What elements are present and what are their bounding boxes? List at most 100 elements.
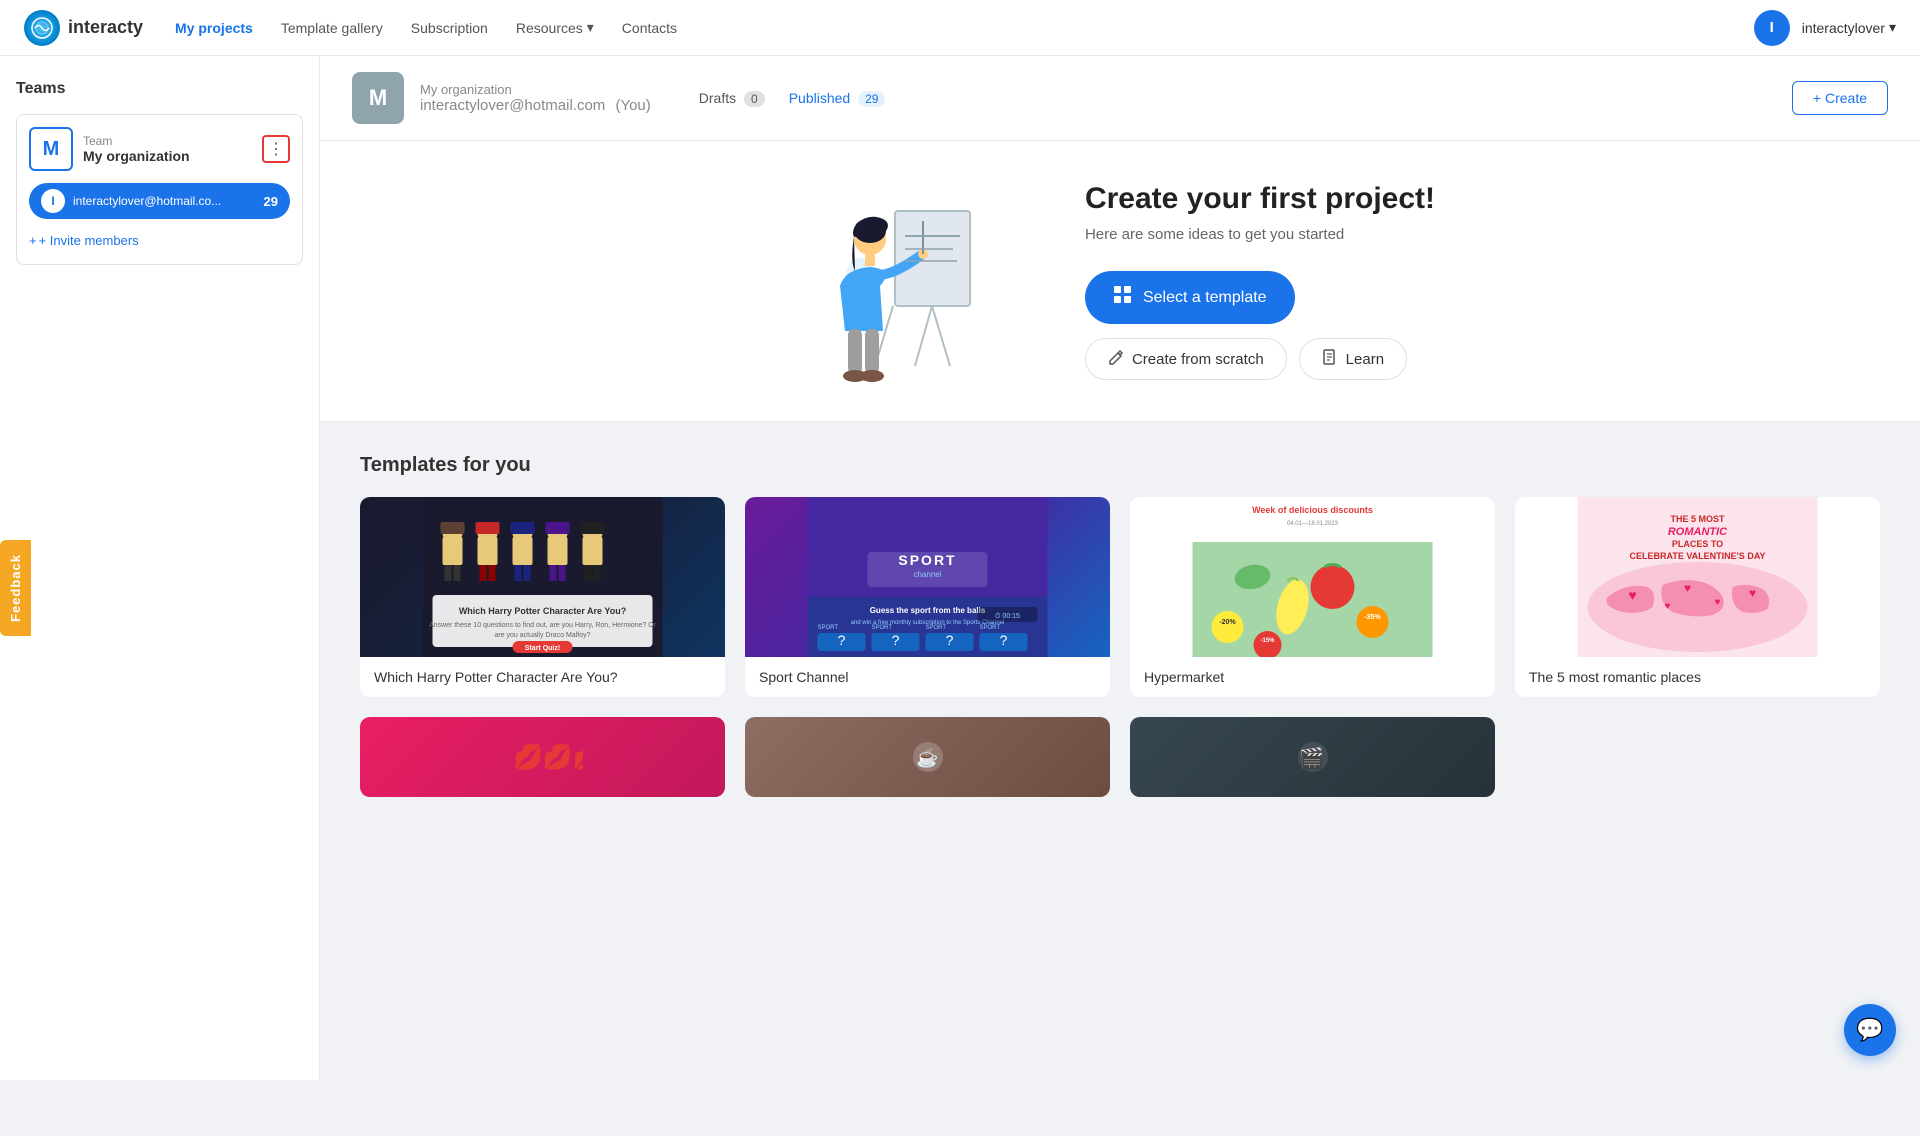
org-name: My organization [420,82,651,97]
svg-text:Which Harry Potter Character A: Which Harry Potter Character Are You? [459,606,626,616]
svg-text:SPORT: SPORT [872,625,893,631]
templates-section-title: Templates for you [360,454,1880,477]
svg-text:Week of delicious discounts: Week of delicious discounts [1252,505,1373,515]
published-count: 29 [858,91,885,107]
template-thumbnail-romantic: THE 5 MOST ROMANTIC PLACES TO CELEBRATE … [1515,497,1880,657]
template-thumbnail-sport: SPORT channel Guess the sport from the b… [745,497,1110,657]
header-right: I interactylover ▾ [1754,10,1896,46]
logo-text: interacty [68,17,143,38]
main-nav: My projects Template gallery Subscriptio… [175,19,1754,36]
nav-my-projects[interactable]: My projects [175,20,253,36]
team-avatar: M [29,127,73,171]
plus-icon: + [29,233,37,248]
svg-text:♥: ♥ [1684,581,1691,595]
template-name-sport: Sport Channel [745,657,1110,697]
create-from-scratch-button[interactable]: Create from scratch [1085,338,1287,380]
svg-text:SPORT: SPORT [818,625,839,631]
svg-text:♥: ♥ [1665,601,1671,612]
org-avatar: M [352,72,404,124]
main-content: Create your first project! Here are some… [320,141,1920,1080]
user-menu[interactable]: interactylover ▾ [1802,19,1896,36]
user-avatar: I [1754,10,1790,46]
logo-icon [24,10,60,46]
org-tabs: Drafts 0 Published 29 [699,90,886,107]
create-button[interactable]: + Create [1792,81,1888,115]
svg-text:♥: ♥ [1749,586,1756,600]
svg-text:Start Quiz!: Start Quiz! [525,645,560,652]
template-card-romantic[interactable]: THE 5 MOST ROMANTIC PLACES TO CELEBRATE … [1515,497,1880,697]
member-row[interactable]: I interactylover@hotmail.co... 29 [29,183,290,219]
team-menu-button[interactable]: ⋮ [262,135,290,163]
hero-illustration [805,181,1005,381]
nav-resources[interactable]: Resources ▾ [516,19,594,36]
svg-text:🎬: 🎬 [1299,746,1324,770]
svg-text:-20%: -20% [1219,619,1236,626]
tab-drafts[interactable]: Drafts 0 [699,90,765,107]
svg-text:?: ? [946,632,954,648]
pencil-icon [1108,349,1124,369]
nav-contacts[interactable]: Contacts [622,20,677,36]
template-card-sport[interactable]: SPORT channel Guess the sport from the b… [745,497,1110,697]
hero-section: Create your first project! Here are some… [320,141,1920,422]
template-name-hypermarket: Hypermarket [1130,657,1495,697]
svg-text:SPORT: SPORT [926,625,947,631]
template-card-hypermarket[interactable]: Week of delicious discounts 04.01—18.01.… [1130,497,1495,697]
template-card-row2-4 [1515,717,1880,797]
svg-text:☕: ☕ [916,747,938,768]
logo-area[interactable]: interacty [24,10,143,46]
chat-icon: 💬 [1856,1017,1883,1043]
member-email: interactylover@hotmail.co... [73,194,256,208]
template-name-harry-potter: Which Harry Potter Character Are You? [360,657,725,697]
org-info: My organization interactylover@hotmail.c… [420,82,651,114]
nav-subscription[interactable]: Subscription [411,20,488,36]
template-name-romantic: The 5 most romantic places [1515,657,1880,697]
team-label: Team [83,134,190,148]
hero-title: Create your first project! [1085,182,1435,216]
svg-text:ROMANTIC: ROMANTIC [1668,526,1728,538]
svg-text:?: ? [1000,632,1008,648]
content-area: M My organization interactylover@hotmail… [320,56,1920,1080]
drafts-count: 0 [744,91,765,107]
svg-text:⏱ 00:15: ⏱ 00:15 [995,612,1020,620]
main-layout: Teams M Team My organization ⋮ I interac… [0,56,1920,1080]
template-thumbnail-harry-potter: Which Harry Potter Character Are You? An… [360,497,725,657]
feedback-button[interactable]: Feedback [0,540,31,636]
team-header: M Team My organization ⋮ [29,127,290,171]
learn-button[interactable]: Learn [1299,338,1407,380]
hero-subtitle: Here are some ideas to get you started [1085,226,1435,243]
svg-text:♥: ♥ [1715,597,1721,608]
tab-published[interactable]: Published 29 [789,90,886,107]
templates-section: Templates for you [320,422,1920,829]
templates-grid: Which Harry Potter Character Are You? An… [360,497,1880,697]
team-info: Team My organization [83,134,190,164]
invite-members-button[interactable]: + + Invite members [29,229,290,252]
nav-template-gallery[interactable]: Template gallery [281,20,383,36]
select-template-button[interactable]: Select a template [1085,271,1295,324]
org-header: M My organization interactylover@hotmail… [320,56,1920,141]
svg-text:PLACES TO: PLACES TO [1672,539,1723,549]
hero-text: Create your first project! Here are some… [1085,182,1435,380]
header: interacty My projects Template gallery S… [0,0,1920,56]
svg-text:?: ? [892,632,900,648]
template-card-harry-potter[interactable]: Which Harry Potter Character Are You? An… [360,497,725,697]
svg-text:?: ? [838,632,846,648]
svg-text:channel: channel [913,570,941,579]
feedback-wrapper: Feedback [0,540,31,636]
team-card: M Team My organization ⋮ I interactylove… [16,114,303,265]
template-card-row2-2[interactable]: ☕ [745,717,1110,797]
template-card-row2-3[interactable]: 🎬 [1130,717,1495,797]
svg-text:04.01—18.01.2023: 04.01—18.01.2023 [1287,521,1339,527]
teams-title: Teams [16,80,303,98]
chat-bubble-button[interactable]: 💬 [1844,1004,1896,1056]
svg-text:THE 5 MOST: THE 5 MOST [1670,514,1725,524]
member-avatar: I [41,189,65,213]
templates-grid-row2: 💋💋💋 ☕ [360,717,1880,797]
grid-icon [1113,285,1133,310]
secondary-buttons: Create from scratch [1085,338,1435,380]
svg-text:CELEBRATE VALENTINE'S DAY: CELEBRATE VALENTINE'S DAY [1630,551,1766,561]
svg-text:Guess the sport from the balls: Guess the sport from the balls [870,606,986,615]
template-card-row2-1[interactable]: 💋💋💋 [360,717,725,797]
chevron-down-icon: ▾ [587,19,594,36]
svg-text:Answer these 10 questions to f: Answer these 10 questions to find out, a… [429,622,657,629]
template-thumbnail-hypermarket: Week of delicious discounts 04.01—18.01.… [1130,497,1495,657]
